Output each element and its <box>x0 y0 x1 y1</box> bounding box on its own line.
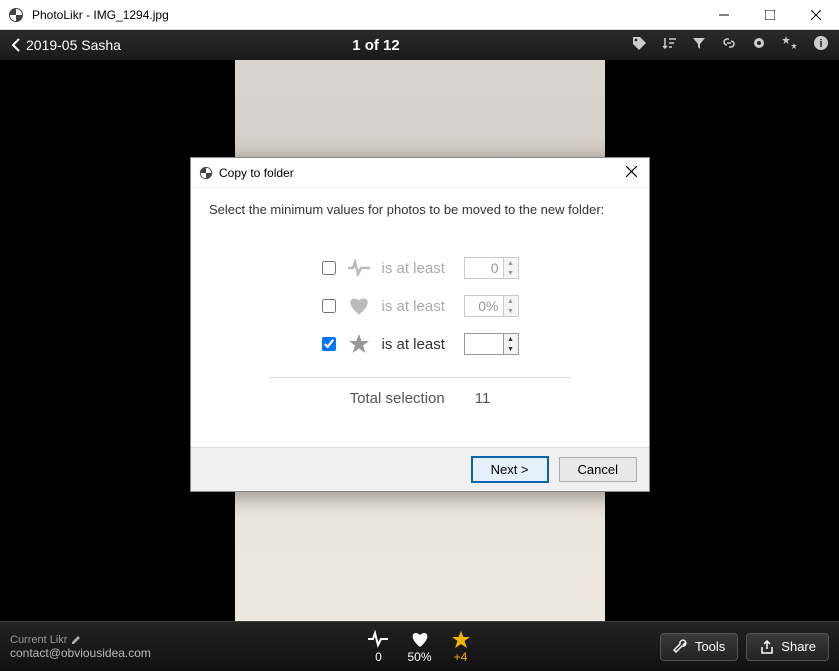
tag-icon[interactable] <box>631 35 647 56</box>
dialog-title: Copy to folder <box>219 166 622 180</box>
image-counter: 1 of 12 <box>121 37 631 54</box>
bottom-bar: Current Likr contact@obviousidea.com 0 5… <box>0 621 839 671</box>
tools-button[interactable]: Tools <box>660 633 738 661</box>
svg-text:i: i <box>819 38 822 50</box>
window-maximize-button[interactable] <box>747 0 793 30</box>
top-navbar: 2019-05 Sasha 1 of 12 i <box>0 30 839 60</box>
heart-checkbox[interactable] <box>322 299 336 313</box>
star-spinner[interactable]: ▲▼ <box>464 333 519 355</box>
edit-icon[interactable] <box>71 634 82 645</box>
star-checkbox[interactable] <box>322 337 336 351</box>
total-selection-value: 11 <box>475 390 491 407</box>
pulse-spinner[interactable]: 0 ▲▼ <box>464 257 519 279</box>
heart-spinner-up[interactable]: ▲ <box>504 296 518 306</box>
window-close-button[interactable] <box>793 0 839 30</box>
star-label: is at least <box>382 336 454 353</box>
star-icon <box>450 630 472 648</box>
total-selection-label: Total selection <box>350 390 445 407</box>
copy-to-folder-dialog: Copy to folder Select the minimum values… <box>190 157 650 492</box>
heart-icon <box>408 630 432 648</box>
pulse-checkbox[interactable] <box>322 261 336 275</box>
dialog-titlebar: Copy to folder <box>191 158 649 188</box>
pulse-spinner-up[interactable]: ▲ <box>504 258 518 268</box>
back-button[interactable]: 2019-05 Sasha <box>10 37 121 53</box>
star-spinner-up[interactable]: ▲ <box>504 334 518 344</box>
pulse-spinner-down[interactable]: ▼ <box>504 268 518 278</box>
pulse-icon <box>346 259 372 277</box>
heart-label: is at least <box>382 298 454 315</box>
heart-spinner[interactable]: 0% ▲▼ <box>464 295 519 317</box>
star-icon <box>346 333 372 355</box>
share-icon <box>759 639 775 655</box>
heart-icon <box>346 296 372 316</box>
heart-stat[interactable]: 50% <box>407 630 431 664</box>
pulse-icon <box>367 630 389 648</box>
cancel-button[interactable]: Cancel <box>559 457 637 482</box>
link-icon[interactable] <box>721 35 737 56</box>
gear-icon[interactable] <box>751 35 767 56</box>
current-likr-label: Current Likr <box>10 634 283 646</box>
star-criterion-row: is at least ▲▼ <box>322 333 519 355</box>
dialog-instruction: Select the minimum values for photos to … <box>209 202 631 217</box>
divider <box>269 377 571 378</box>
heart-spinner-down[interactable]: ▼ <box>504 306 518 316</box>
folder-name: 2019-05 Sasha <box>26 37 121 53</box>
dialog-close-button[interactable] <box>622 162 641 184</box>
contact-link[interactable]: contact@obviousidea.com <box>10 646 283 660</box>
pulse-stat[interactable]: 0 <box>367 630 389 664</box>
pulse-criterion-row: is at least 0 ▲▼ <box>322 257 519 279</box>
dialog-footer: Next > Cancel <box>191 447 649 491</box>
sort-icon[interactable] <box>661 35 677 56</box>
next-button[interactable]: Next > <box>471 456 549 483</box>
heart-criterion-row: is at least 0% ▲▼ <box>322 295 519 317</box>
window-titlebar: PhotoLikr - IMG_1294.jpg <box>0 0 839 30</box>
star-spinner-down[interactable]: ▼ <box>504 344 518 354</box>
share-button[interactable]: Share <box>746 633 829 661</box>
stars-icon[interactable] <box>781 35 799 56</box>
wrench-icon <box>673 639 689 655</box>
filter-icon[interactable] <box>691 35 707 56</box>
info-icon[interactable]: i <box>813 35 829 56</box>
app-icon <box>8 7 24 23</box>
star-stat[interactable]: +4 <box>450 630 472 664</box>
window-title: PhotoLikr - IMG_1294.jpg <box>32 8 701 22</box>
pulse-label: is at least <box>382 260 454 277</box>
app-icon <box>199 166 213 180</box>
window-minimize-button[interactable] <box>701 0 747 30</box>
